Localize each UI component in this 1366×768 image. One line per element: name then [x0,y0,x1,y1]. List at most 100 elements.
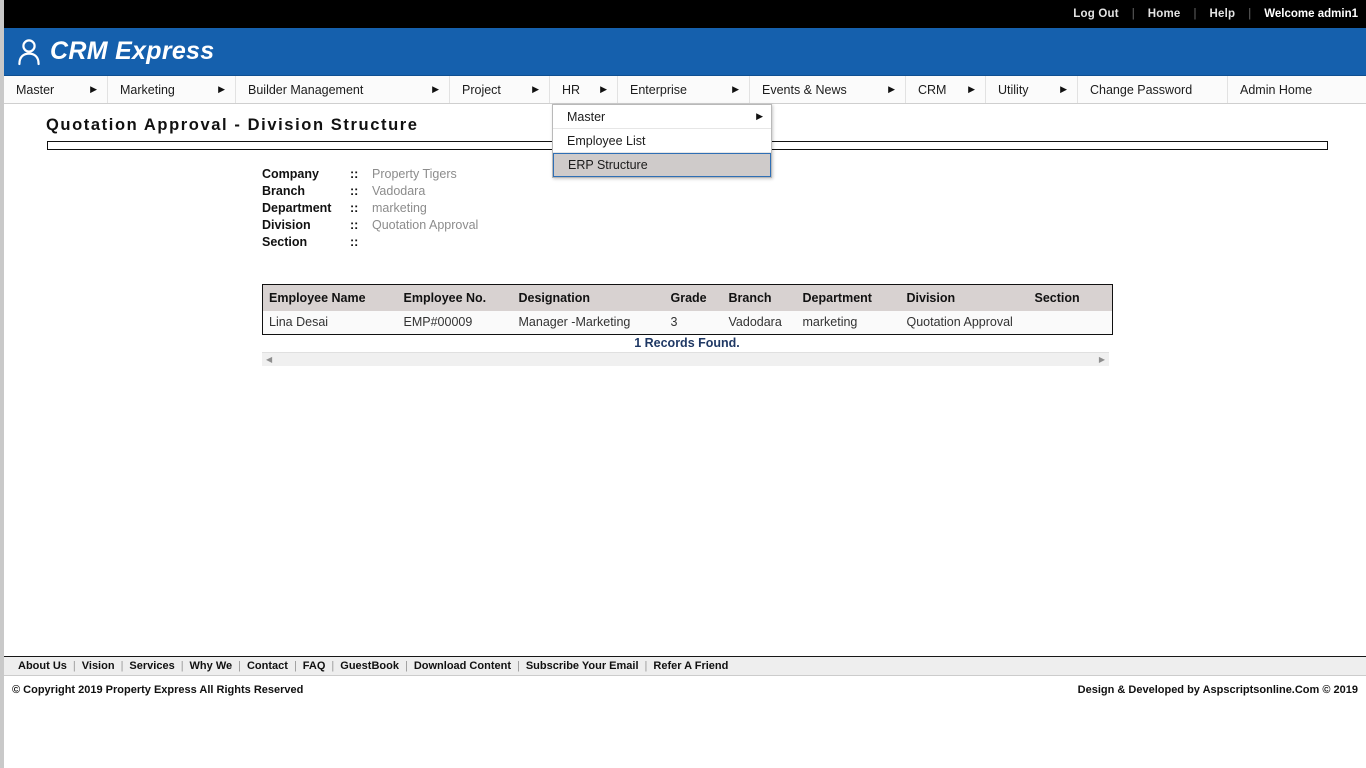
home-link[interactable]: Home [1135,8,1194,20]
detail-row-company: Company :: Property Tigers [262,165,478,182]
nav-label: Change Password [1090,82,1193,97]
footer-link-refer-a-friend[interactable]: Refer A Friend [647,660,734,672]
detail-colon: :: [350,183,359,198]
dropdown-item-label: ERP Structure [568,158,648,172]
brand-header: CRM Express [4,28,1366,76]
footer-link-services[interactable]: Services [123,660,180,672]
cell-employee-no: EMP#00009 [397,310,513,335]
nav-item-admin-home[interactable]: Admin Home [1228,76,1358,103]
log-out-link[interactable]: Log Out [1060,8,1131,20]
chevron-right-icon: ▶ [432,84,439,94]
table-horizontal-scrollbar[interactable]: ◀ ▶ [262,352,1109,366]
top-utility-bar: Log Out | Home | Help | Welcome admin1 [4,0,1366,28]
page-root: Log Out | Home | Help | Welcome admin1 C… [0,0,1366,768]
detail-colon: :: [350,234,359,249]
column-header-designation[interactable]: Designation [512,284,665,311]
column-header-branch[interactable]: Branch [722,284,797,311]
chevron-right-icon: ▶ [218,84,225,94]
structure-details: Company :: Property Tigers Branch :: Vad… [262,165,478,250]
nav-label: Admin Home [1240,82,1313,97]
detail-colon: :: [350,166,359,181]
footer-link-guestbook[interactable]: GuestBook [334,660,405,672]
detail-row-branch: Branch :: Vadodara [262,182,478,199]
nav-item-hr[interactable]: HR ▶ [550,76,618,103]
chevron-right-icon: ▶ [888,84,895,94]
copyright-right: Design & Developed by Aspscriptsonline.C… [1077,684,1358,696]
nav-item-builder-management[interactable]: Builder Management ▶ [236,76,450,103]
table-row[interactable]: Lina Desai EMP#00009 Manager -Marketing … [262,310,1113,335]
footer-link-download-content[interactable]: Download Content [408,660,517,672]
detail-label: Section [262,234,308,249]
records-found-label: 1 Records Found. [634,336,740,350]
nav-label: Master [16,82,55,97]
column-header-department[interactable]: Department [796,284,901,311]
column-header-employee-no[interactable]: Employee No. [397,284,513,311]
copyright-bar: © Copyright 2019 Property Express All Ri… [4,681,1366,699]
detail-label: Company [262,166,319,181]
cell-employee-name: Lina Desai [262,310,398,335]
cell-grade: 3 [664,310,723,335]
detail-row-department: Department :: marketing [262,199,478,216]
footer-link-why-we[interactable]: Why We [184,660,239,672]
dropdown-item-master[interactable]: Master ▶ [553,105,771,129]
nav-item-project[interactable]: Project ▶ [450,76,550,103]
table-header-row: Employee Name Employee No. Designation G… [262,284,1113,311]
nav-label: Marketing [120,82,175,97]
nav-item-enterprise[interactable]: Enterprise ▶ [618,76,750,103]
nav-item-events-news[interactable]: Events & News ▶ [750,76,906,103]
scroll-left-icon[interactable]: ◀ [262,355,276,364]
chevron-right-icon: ▶ [600,84,607,94]
cell-department: marketing [796,310,901,335]
user-icon [18,38,40,65]
detail-value-company: Property Tigers [372,166,457,181]
footer-link-subscribe-your-email[interactable]: Subscribe Your Email [520,660,645,672]
detail-value-division: Quotation Approval [372,217,479,232]
footer-link-about-us[interactable]: About Us [12,660,73,672]
nav-item-master[interactable]: Master ▶ [4,76,108,103]
cell-section [1028,310,1113,335]
welcome-user-label: Welcome admin1 [1264,8,1358,20]
nav-item-crm[interactable]: CRM ▶ [906,76,986,103]
dropdown-item-employee-list[interactable]: Employee List [553,129,771,153]
chevron-right-icon: ▶ [756,111,763,121]
column-header-section[interactable]: Section [1028,284,1113,311]
nav-item-marketing[interactable]: Marketing ▶ [108,76,236,103]
detail-row-section: Section :: [262,233,478,250]
dropdown-item-erp-structure[interactable]: ERP Structure [553,153,771,177]
chevron-right-icon: ▶ [532,84,539,94]
dropdown-item-label: Employee List [567,133,646,148]
chevron-right-icon: ▶ [968,84,975,94]
chevron-right-icon: ▶ [732,84,739,94]
chevron-right-icon: ▶ [1060,84,1067,94]
detail-value-branch: Vadodara [372,183,426,198]
footer-link-faq[interactable]: FAQ [297,660,332,672]
detail-label: Branch [262,183,306,198]
help-link[interactable]: Help [1197,8,1249,20]
nav-label: Project [462,82,501,97]
detail-colon: :: [350,217,359,232]
page-title: Quotation Approval - Division Structure [46,116,419,134]
nav-label: HR [562,82,581,97]
scroll-right-icon[interactable]: ▶ [1095,355,1109,364]
footer-link-vision[interactable]: Vision [76,660,121,672]
column-header-employee-name[interactable]: Employee Name [262,284,398,311]
column-header-division[interactable]: Division [900,284,1029,311]
footer-link-contact[interactable]: Contact [241,660,294,672]
cell-designation: Manager -Marketing [512,310,665,335]
cell-division: Quotation Approval [900,310,1029,335]
nav-label: Enterprise [630,82,687,97]
detail-value-department: marketing [372,200,427,215]
chevron-right-icon: ▶ [90,84,97,94]
hr-dropdown-menu: Master ▶ Employee List ERP Structure [552,104,772,178]
column-header-grade[interactable]: Grade [664,284,723,311]
main-navigation: Master ▶ Marketing ▶ Builder Management … [4,76,1366,104]
footer-links: About Us | Vision | Services | Why We | … [4,656,1366,676]
detail-colon: :: [350,200,359,215]
nav-label: Events & News [762,82,847,97]
detail-label: Division [262,217,311,232]
nav-item-utility[interactable]: Utility ▶ [986,76,1078,103]
nav-item-change-password[interactable]: Change Password [1078,76,1228,103]
nav-label: CRM [918,82,947,97]
copyright-left: © Copyright 2019 Property Express All Ri… [12,684,304,696]
nav-label: Builder Management [248,82,364,97]
